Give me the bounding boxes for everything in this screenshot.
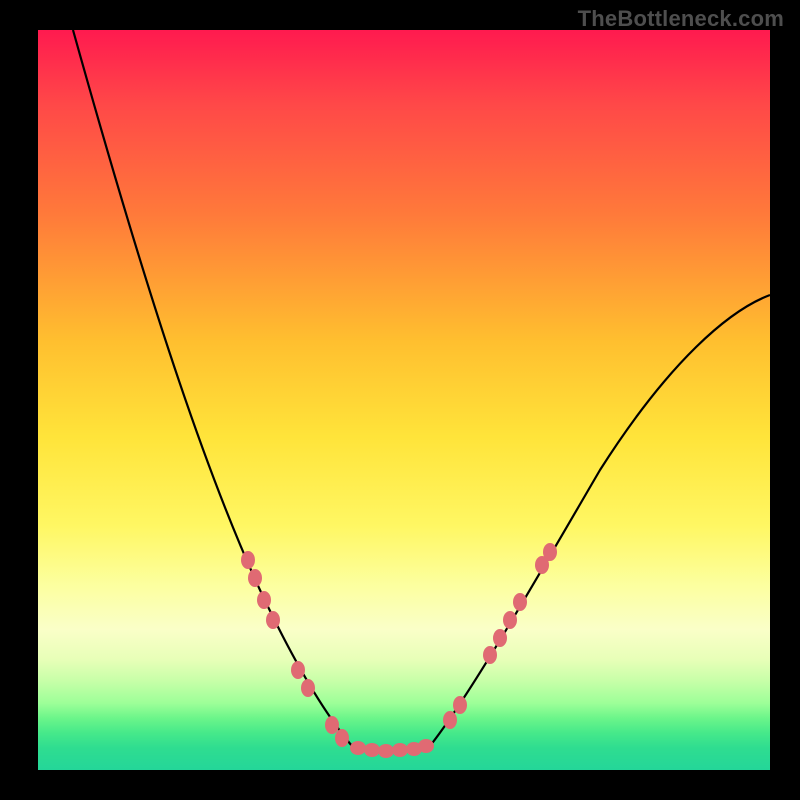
data-dot	[493, 629, 507, 647]
data-dot	[513, 593, 527, 611]
data-dot	[350, 741, 366, 755]
data-dot	[543, 543, 557, 561]
data-dot	[257, 591, 271, 609]
data-dot	[301, 679, 315, 697]
data-dot	[325, 716, 339, 734]
data-dot	[335, 729, 349, 747]
data-dot	[392, 743, 408, 757]
data-dot	[248, 569, 262, 587]
data-dot	[241, 551, 255, 569]
curve-right	[430, 295, 770, 746]
data-dot	[378, 744, 394, 758]
data-dot	[453, 696, 467, 714]
data-dot	[364, 743, 380, 757]
data-dot	[503, 611, 517, 629]
data-dot	[443, 711, 457, 729]
curve-left	[73, 30, 352, 746]
bottleneck-curve-layer	[0, 0, 800, 800]
data-dot	[483, 646, 497, 664]
data-dot	[291, 661, 305, 679]
chart-frame: TheBottleneck.com	[0, 0, 800, 800]
data-dot	[266, 611, 280, 629]
data-dot	[418, 739, 434, 753]
